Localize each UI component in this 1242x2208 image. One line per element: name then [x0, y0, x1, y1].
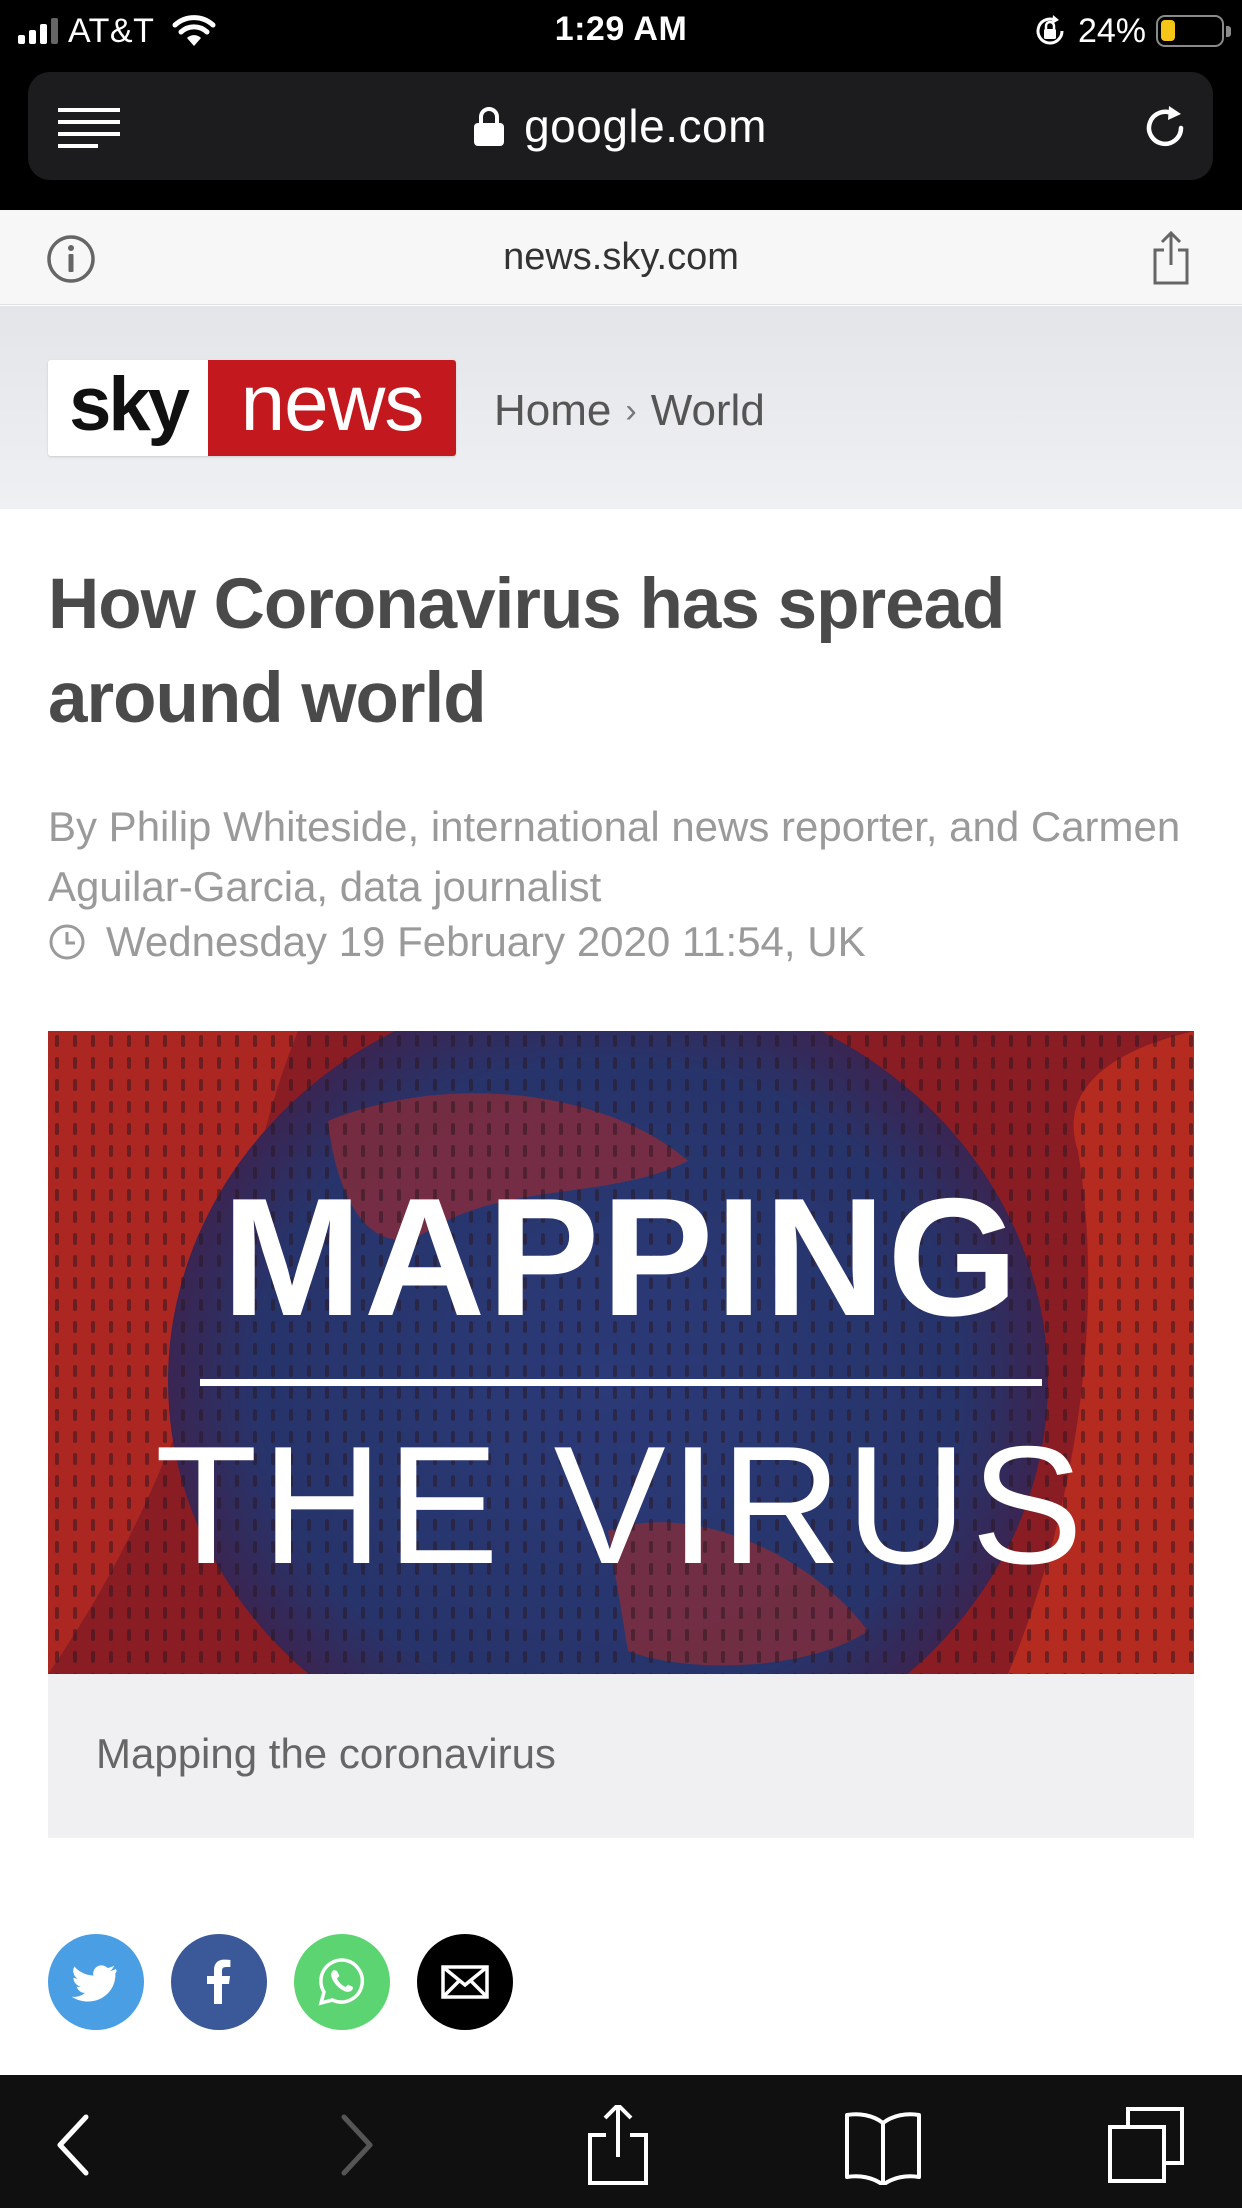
share-buttons	[48, 1934, 513, 2030]
email-icon	[441, 1965, 489, 1999]
bookmarks-icon	[845, 2112, 921, 2185]
site-masthead: sky news Home › World	[0, 306, 1242, 509]
share-icon	[588, 2105, 648, 2185]
forward-button[interactable]	[312, 2105, 392, 2185]
status-right: 24%	[1032, 10, 1231, 52]
bookmarks-button[interactable]	[843, 2105, 923, 2185]
battery-fill	[1161, 20, 1175, 41]
article-headline: How Coronavirus has spread around world	[48, 565, 1005, 738]
share-twitter-button[interactable]	[48, 1934, 144, 2030]
browser-top-bar: google.com	[0, 62, 1242, 210]
browser-toolbar	[0, 2075, 1242, 2208]
hero-divider	[200, 1379, 1042, 1386]
share-facebook-button[interactable]	[171, 1934, 267, 2030]
breadcrumb-home[interactable]: Home	[494, 386, 611, 436]
image-caption-box: Mapping the coronavirus	[48, 1674, 1194, 1838]
whatsapp-icon	[318, 1958, 365, 2006]
orientation-lock-icon	[1036, 15, 1064, 45]
share-whatsapp-button[interactable]	[294, 1934, 390, 2030]
share-icon[interactable]	[1150, 230, 1192, 286]
status-bar: AT&T 1:29 AM 24%	[0, 0, 1242, 62]
padlock-icon	[474, 107, 505, 146]
logo-news-text: news	[208, 360, 456, 456]
image-caption: Mapping the coronavirus	[96, 1730, 556, 1777]
share-email-button[interactable]	[417, 1934, 513, 2030]
forward-icon	[341, 2114, 373, 2176]
facebook-icon	[207, 1959, 231, 2004]
tabs-icon	[1108, 2107, 1184, 2183]
hero-image[interactable]: MAPPING THE VIRUS	[48, 1031, 1194, 1674]
back-icon	[57, 2114, 89, 2176]
url-display[interactable]: google.com	[28, 72, 1213, 180]
article-dateline: Wednesday 19 February 2020 11:54, UK	[48, 918, 866, 966]
breadcrumb-world[interactable]: World	[651, 386, 765, 436]
address-bar[interactable]: google.com	[28, 72, 1213, 180]
twitter-icon	[71, 1965, 117, 2002]
article-byline: By Philip Whiteside, international news …	[48, 803, 1181, 910]
logo-sky-text: sky	[48, 360, 208, 456]
back-button[interactable]	[38, 2105, 118, 2185]
url-text: google.com	[524, 100, 767, 152]
hero-title-line-1: MAPPING	[221, 1163, 1021, 1351]
battery-icon	[1156, 15, 1231, 47]
sky-news-logo[interactable]: sky news	[48, 360, 456, 456]
toolbar-share-button[interactable]	[578, 2105, 658, 2185]
hero-title-line-2: THE VIRUS	[154, 1411, 1088, 1599]
breadcrumb: Home › World	[494, 386, 765, 436]
battery-percent: 24%	[1077, 11, 1146, 50]
tabs-button[interactable]	[1106, 2105, 1186, 2185]
article-date: Wednesday 19 February 2020 11:54, UK	[106, 918, 866, 965]
page-info-bar: news.sky.com	[0, 210, 1242, 305]
clock-icon	[49, 924, 85, 960]
page-content: news.sky.com sky news Home › World How C…	[0, 210, 1242, 2075]
breadcrumb-separator: ›	[625, 391, 637, 430]
reload-icon[interactable]	[1141, 104, 1189, 152]
page-domain: news.sky.com	[503, 236, 739, 278]
